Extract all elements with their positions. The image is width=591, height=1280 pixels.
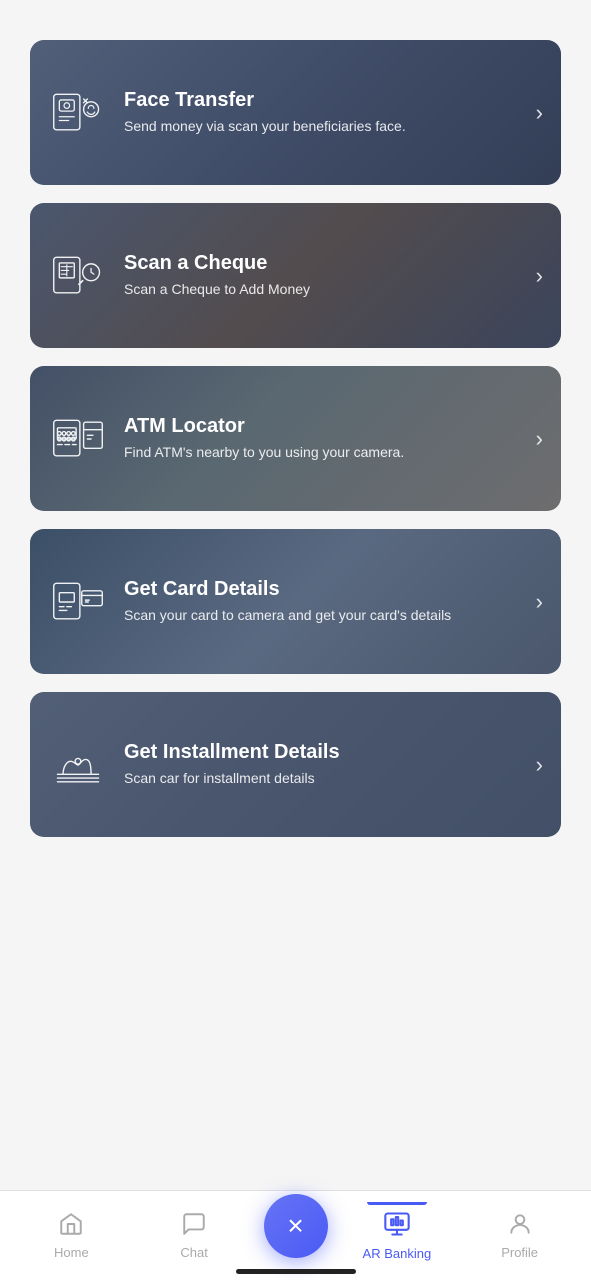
- card-get-installment-details[interactable]: Get Installment Details Scan car for ins…: [30, 692, 561, 837]
- card-subtitle-get-installment-details: Scan car for installment details: [124, 769, 526, 789]
- card-text-atm-locator: ATM Locator Find ATM's nearby to you usi…: [124, 415, 526, 463]
- nav-item-center[interactable]: ×: [256, 1186, 336, 1280]
- card-subtitle-atm-locator: Find ATM's nearby to you using your came…: [124, 443, 526, 463]
- card-title-scan-cheque: Scan a Cheque: [124, 252, 526, 275]
- nav-item-chat[interactable]: Chat: [133, 1203, 256, 1268]
- card-content: Get Installment Details Scan car for ins…: [30, 735, 561, 795]
- nav-item-home[interactable]: Home: [10, 1203, 133, 1268]
- close-icon: ×: [287, 1212, 303, 1240]
- scan-cheque-icon: [48, 246, 108, 306]
- atm-locator-icon: [48, 409, 108, 469]
- card-subtitle-face-transfer: Send money via scan your beneficiaries f…: [124, 117, 526, 137]
- content-area: Face Transfer Send money via scan your b…: [0, 0, 591, 1170]
- card-content: Get Card Details Scan your card to camer…: [30, 572, 561, 632]
- card-title-atm-locator: ATM Locator: [124, 415, 526, 438]
- chat-icon: [181, 1211, 207, 1241]
- card-atm-locator[interactable]: ATM Locator Find ATM's nearby to you usi…: [30, 366, 561, 511]
- ar-banking-active-indicator: [367, 1202, 427, 1205]
- card-title-get-card-details: Get Card Details: [124, 578, 526, 601]
- ar-banking-icon: [383, 1210, 411, 1242]
- card-details-icon: [48, 572, 108, 632]
- nav-label-home: Home: [54, 1245, 89, 1260]
- card-arrow-face-transfer: ›: [536, 100, 543, 126]
- card-arrow-get-installment-details: ›: [536, 752, 543, 778]
- nav-label-chat: Chat: [180, 1245, 207, 1260]
- card-subtitle-get-card-details: Scan your card to camera and get your ca…: [124, 606, 526, 626]
- installment-icon: [48, 735, 108, 795]
- card-get-card-details[interactable]: Get Card Details Scan your card to camer…: [30, 529, 561, 674]
- card-text-get-card-details: Get Card Details Scan your card to camer…: [124, 578, 526, 626]
- card-arrow-atm-locator: ›: [536, 426, 543, 452]
- card-arrow-get-card-details: ›: [536, 589, 543, 615]
- card-content: Face Transfer Send money via scan your b…: [30, 83, 561, 143]
- nav-item-ar-banking[interactable]: AR Banking: [336, 1202, 459, 1269]
- card-title-get-installment-details: Get Installment Details: [124, 741, 526, 764]
- center-action-button[interactable]: ×: [264, 1194, 328, 1258]
- card-scan-cheque[interactable]: Scan a Cheque Scan a Cheque to Add Money…: [30, 203, 561, 348]
- card-content: Scan a Cheque Scan a Cheque to Add Money…: [30, 246, 561, 306]
- card-subtitle-scan-cheque: Scan a Cheque to Add Money: [124, 280, 526, 300]
- nav-item-profile[interactable]: Profile: [458, 1203, 581, 1268]
- card-text-scan-cheque: Scan a Cheque Scan a Cheque to Add Money: [124, 252, 526, 300]
- card-arrow-scan-cheque: ›: [536, 263, 543, 289]
- card-face-transfer[interactable]: Face Transfer Send money via scan your b…: [30, 40, 561, 185]
- home-indicator: [236, 1269, 356, 1274]
- card-content: ATM Locator Find ATM's nearby to you usi…: [30, 409, 561, 469]
- card-text-face-transfer: Face Transfer Send money via scan your b…: [124, 89, 526, 137]
- home-icon: [58, 1211, 84, 1241]
- nav-label-ar-banking: AR Banking: [363, 1246, 432, 1261]
- face-transfer-icon: [48, 83, 108, 143]
- nav-label-profile: Profile: [501, 1245, 538, 1260]
- card-title-face-transfer: Face Transfer: [124, 89, 526, 112]
- card-text-get-installment-details: Get Installment Details Scan car for ins…: [124, 741, 526, 789]
- profile-icon: [507, 1211, 533, 1241]
- bottom-nav: Home Chat × AR Banking: [0, 1190, 591, 1280]
